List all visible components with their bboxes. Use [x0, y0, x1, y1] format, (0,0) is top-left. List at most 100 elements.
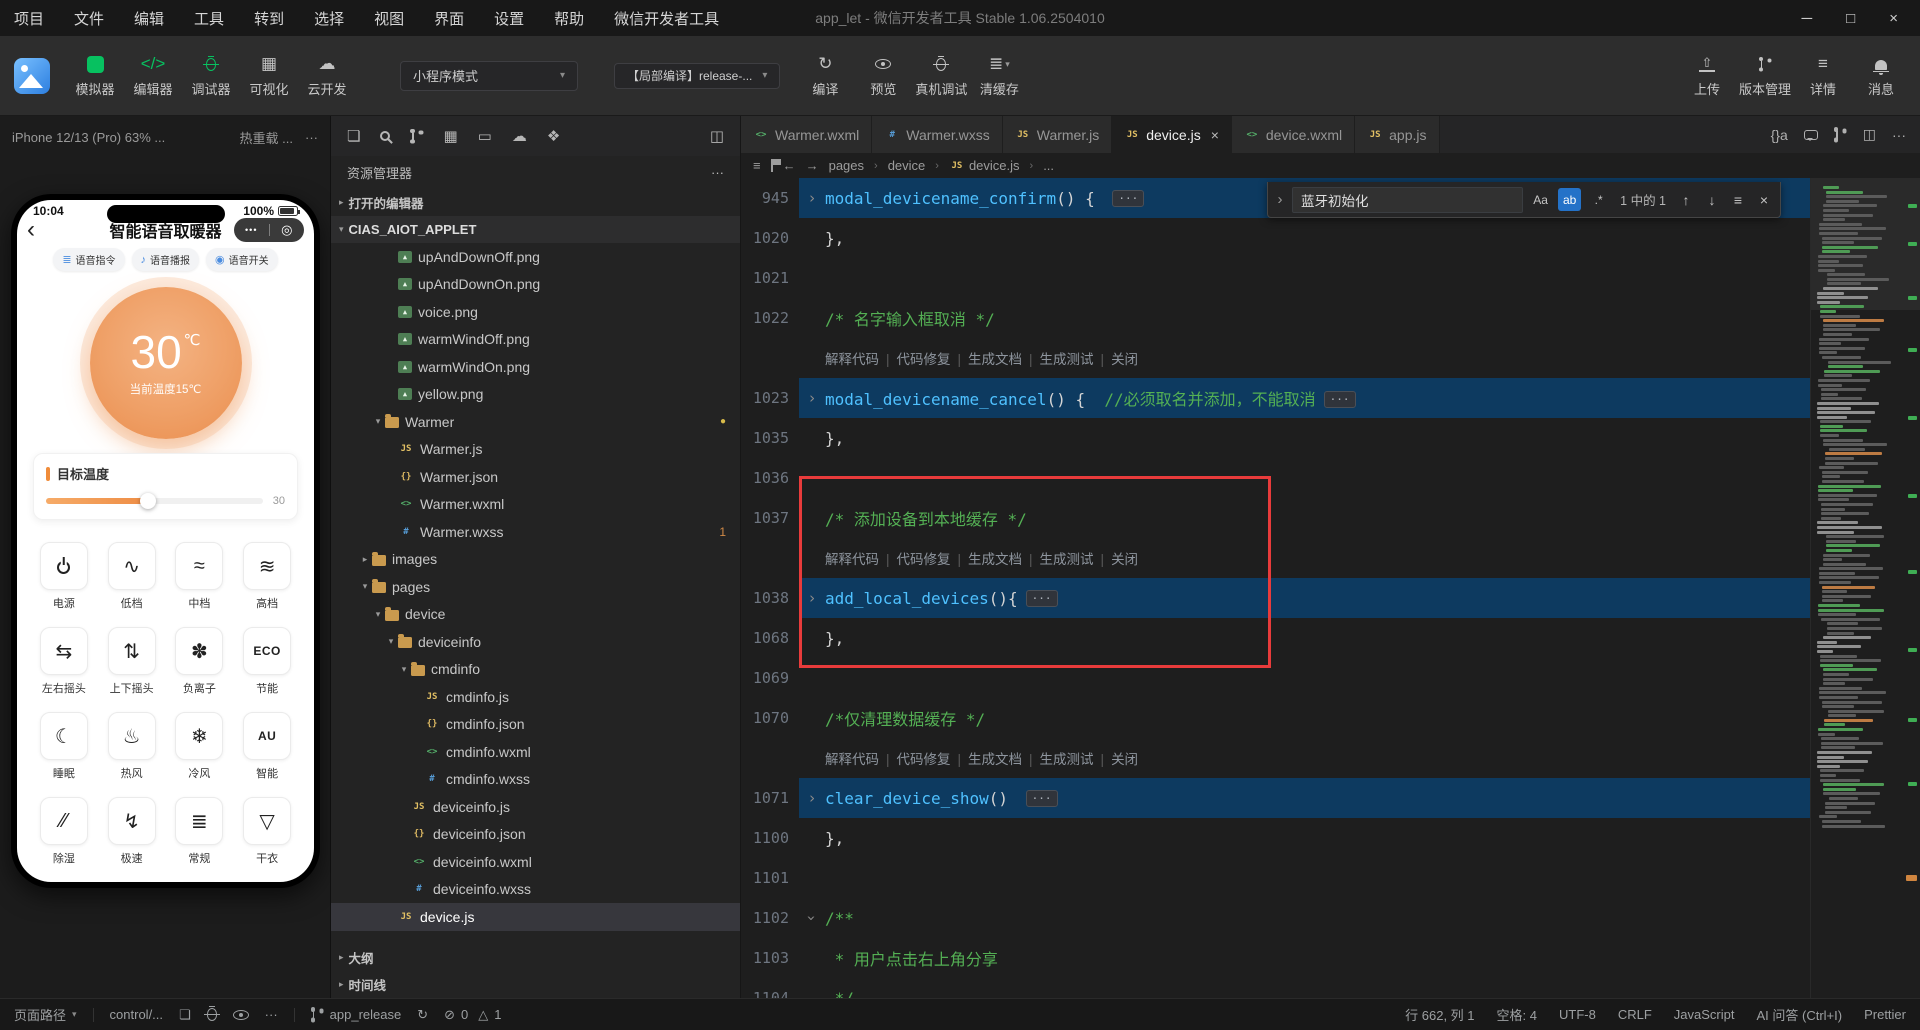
editor-tab[interactable]: JS device.js × [1112, 116, 1232, 153]
toolbar-button-realdevice[interactable]: 真机调试 [912, 44, 970, 108]
editor-tab[interactable]: # Warmer.wxss [872, 116, 1003, 153]
copy-icon[interactable]: ❏ [179, 1007, 191, 1023]
tree-item[interactable]: JS device.js [331, 903, 740, 931]
code-line[interactable]: 1101 [741, 858, 1920, 898]
tree-item[interactable]: <> deviceinfo.wxml [331, 848, 740, 876]
search-icon[interactable] [380, 131, 391, 141]
code-line[interactable]: 1023 › modal_devicename_cancel() { //必须取名并… [741, 378, 1920, 418]
toolbar-button-upload[interactable]: ⇧ 上传 [1678, 44, 1736, 108]
chevron-icon[interactable]: ▾ [397, 664, 411, 675]
section-open-editors[interactable]: ▸ 打开的编辑器 [331, 189, 740, 216]
tree-item[interactable]: <> cmdinfo.wxml [331, 738, 740, 766]
more-icon[interactable]: ··· [265, 1007, 278, 1022]
toolbar-button-version[interactable]: 版本管理 [1736, 44, 1794, 108]
codelens-action[interactable]: 代码修复 [897, 352, 951, 367]
code-line[interactable]: 解释代码 | 代码修复 | 生成文档 | 生成测试 | 关闭 [741, 738, 1920, 778]
tree-item[interactable]: ▾ Warmer ● [331, 408, 740, 436]
mode-select[interactable]: 小程序模式 ▾ [400, 60, 578, 91]
code-line[interactable]: 解释代码 | 代码修复 | 生成文档 | 生成测试 | 关闭 [741, 538, 1920, 578]
device-control-dehumidify[interactable]: ⁄⁄ 除湿 [35, 797, 93, 866]
close-icon[interactable]: × [1211, 127, 1219, 143]
fold-icon[interactable]: › [799, 189, 825, 207]
toolbar-button-cache[interactable]: ≣ ▾ 清缓存 [970, 44, 1028, 108]
codelens-action[interactable]: 关闭 [1111, 752, 1138, 767]
chevron-icon[interactable]: ▾ [358, 581, 372, 592]
code-line[interactable]: 1104 */ [741, 978, 1920, 999]
codelens-action[interactable]: 解释代码 [825, 752, 879, 767]
code-line[interactable]: 解释代码 | 代码修复 | 生成文档 | 生成测试 | 关闭 [741, 338, 1920, 378]
status-prettier[interactable]: Prettier [1864, 1007, 1906, 1022]
device-control-turbo[interactable]: ↯ 极速 [103, 797, 161, 866]
code-line[interactable]: 1103 * 用户点击右上角分享 [741, 938, 1920, 978]
editor-tab[interactable]: JS Warmer.js [1002, 116, 1113, 153]
files-icon[interactable]: ❏ [347, 127, 360, 145]
code-line[interactable]: 1100}, [741, 818, 1920, 858]
tree-item[interactable]: {} deviceinfo.json [331, 821, 740, 849]
close-icon[interactable]: × [1754, 192, 1774, 208]
tree-item[interactable]: ▾ deviceinfo [331, 628, 740, 656]
editor-tab[interactable]: JS app.js [1355, 116, 1440, 153]
section-project[interactable]: ▾ CIAS_AIOT_APPLET [331, 216, 740, 243]
temperature-slider[interactable] [46, 493, 263, 509]
device-control-moon[interactable]: ☾ 睡眠 [35, 712, 93, 781]
eye-icon[interactable] [232, 1009, 249, 1020]
forward-icon[interactable]: → [806, 158, 819, 173]
breadcrumb-item[interactable]: ... [1043, 158, 1054, 173]
previous-match-icon[interactable]: ↑ [1676, 192, 1696, 208]
menu-item[interactable]: 选择 [314, 8, 344, 29]
git-branch-indicator[interactable]: app_release [310, 1007, 401, 1022]
maximize-icon[interactable]: □ [1846, 10, 1855, 27]
tree-item[interactable]: ▾ pages [331, 573, 740, 601]
menu-item[interactable]: 工具 [194, 8, 224, 29]
device-control-leaf[interactable]: ✽ 负离子 [171, 627, 229, 696]
voice-button[interactable]: ≣ 语音指令 [53, 248, 125, 271]
merge-icon[interactable] [1833, 127, 1847, 142]
tree-item[interactable]: ▲ upAndDownOn.png [331, 271, 740, 299]
device-control-wave3[interactable]: ≋ 高档 [238, 542, 296, 611]
fold-icon[interactable]: › [799, 789, 825, 807]
codelens-action[interactable]: 关闭 [1111, 552, 1138, 567]
device-control-cold-wind[interactable]: ❄ 冷风 [171, 712, 229, 781]
device-control-wave1[interactable]: ∿ 低档 [103, 542, 161, 611]
layout-icon[interactable]: ◫ [710, 127, 724, 145]
toolbar-button-visual[interactable]: ▦ 可视化 [240, 44, 298, 108]
codelens-action[interactable]: 代码修复 [897, 752, 951, 767]
more-icon[interactable]: ··· [711, 165, 724, 180]
compile-condition-select[interactable]: 【局部编译】release-... ▾ [614, 62, 781, 89]
device-control-normal[interactable]: ≣ 常规 [171, 797, 229, 866]
codelens-action[interactable]: 生成文档 [968, 752, 1022, 767]
code-line[interactable]: 1069 [741, 658, 1920, 698]
codelens-action[interactable]: 生成文档 [968, 352, 1022, 367]
tree-item[interactable]: ▲ warmWindOn.png [331, 353, 740, 381]
tree-item[interactable]: ▾ device [331, 601, 740, 629]
close-icon[interactable]: × [1889, 10, 1898, 27]
chevron-icon[interactable]: ▾ [384, 636, 398, 647]
tree-item[interactable]: ▾ cmdinfo [331, 656, 740, 684]
device-control-swing-lr[interactable]: ⇆ 左右摇头 [35, 627, 93, 696]
chevron-icon[interactable]: ▾ [371, 609, 385, 620]
minimize-icon[interactable]: ─ [1802, 10, 1813, 27]
capsule-more-icon[interactable]: ••• [234, 225, 269, 235]
bookmark-icon[interactable] [770, 159, 781, 172]
codelens-action[interactable]: 代码修复 [897, 552, 951, 567]
code-line[interactable]: 1071 › clear_device_show() ··· [741, 778, 1920, 818]
fold-icon[interactable]: › [799, 909, 825, 927]
problems-indicator[interactable]: ⊘ 0 △ 1 [444, 1007, 501, 1023]
menu-item[interactable]: 微信开发者工具 [614, 8, 719, 29]
toolbar-button-message[interactable]: 消息 [1852, 44, 1910, 108]
menu-item[interactable]: 项目 [14, 8, 44, 29]
code-line[interactable]: 1022/* 名字输入框取消 */ [741, 298, 1920, 338]
find-in-selection-icon[interactable]: ≡ [1728, 192, 1748, 208]
tree-item[interactable]: ▲ voice.png [331, 298, 740, 326]
hot-reload-toggle[interactable]: 热重载 ... [240, 128, 293, 147]
breadcrumb-item[interactable]: JS device.js [949, 158, 1020, 173]
capsule-close-icon[interactable]: ◎ [270, 222, 305, 238]
back-icon[interactable]: ‹ [27, 218, 51, 242]
tree-item[interactable]: ▲ yellow.png [331, 381, 740, 409]
shield-icon[interactable]: ❖ [547, 127, 560, 145]
fold-icon[interactable]: › [799, 389, 825, 407]
device-control-au[interactable]: AU 智能 [238, 712, 296, 781]
codelens-action[interactable]: 关闭 [1111, 352, 1138, 367]
tree-item[interactable]: <> Warmer.wxml [331, 491, 740, 519]
toolbar-button-simulator[interactable]: 模拟器 [66, 44, 124, 108]
